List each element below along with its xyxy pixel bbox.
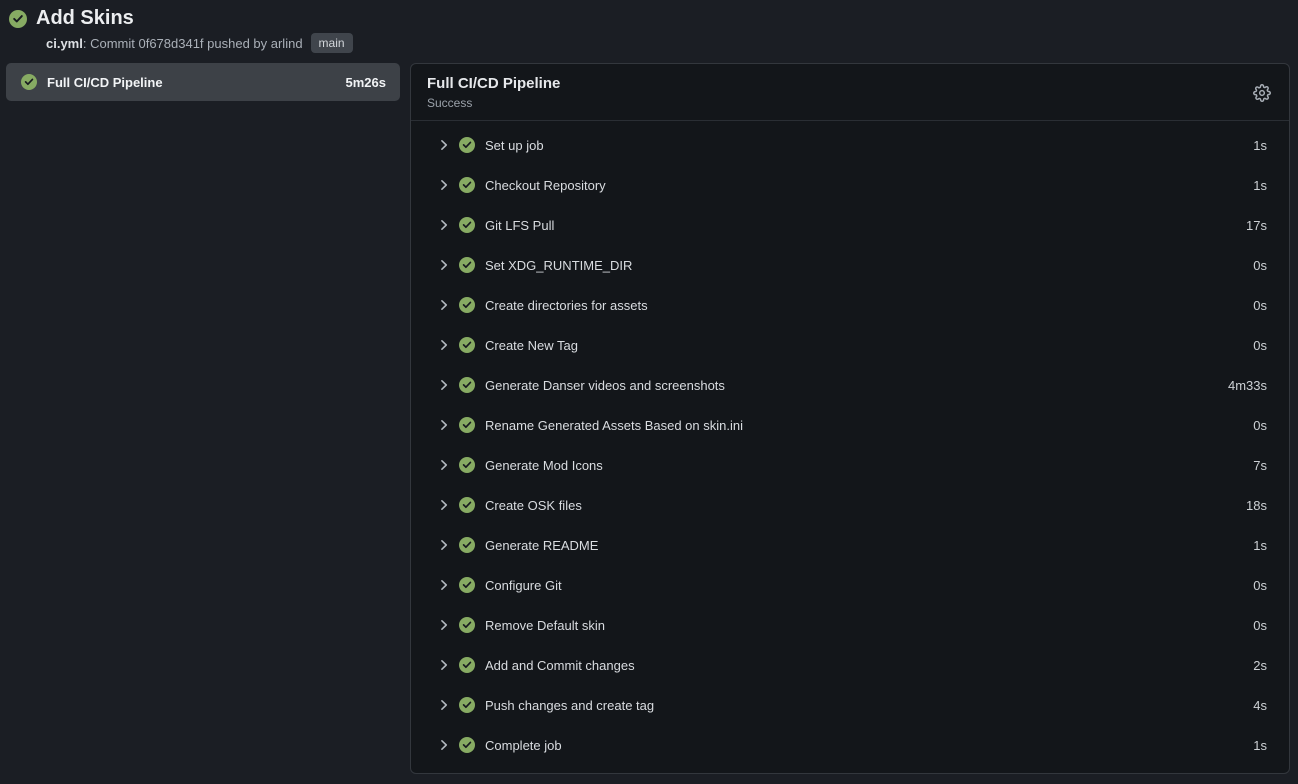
job-status-text: Success xyxy=(427,96,560,110)
jobs-sidebar: Full CI/CD Pipeline 5m26s xyxy=(6,63,400,101)
step-name: Complete job xyxy=(485,738,562,753)
step-name: Create directories for assets xyxy=(485,298,648,313)
chevron-right-icon xyxy=(437,698,451,712)
chevron-right-icon xyxy=(437,378,451,392)
step-name: Create New Tag xyxy=(485,338,578,353)
check-circle-icon xyxy=(459,297,475,313)
step-row[interactable]: Checkout Repository 1s xyxy=(411,165,1289,205)
step-duration: 1s xyxy=(1253,738,1267,753)
check-circle-icon xyxy=(459,257,475,273)
step-name: Rename Generated Assets Based on skin.in… xyxy=(485,418,743,433)
check-circle-icon xyxy=(459,377,475,393)
chevron-right-icon xyxy=(437,178,451,192)
step-duration: 0s xyxy=(1253,618,1267,633)
step-name: Set XDG_RUNTIME_DIR xyxy=(485,258,632,273)
job-duration: 5m26s xyxy=(346,75,386,90)
step-row[interactable]: Generate Mod Icons 7s xyxy=(411,445,1289,485)
step-duration: 0s xyxy=(1253,418,1267,433)
check-circle-icon xyxy=(9,10,27,28)
step-duration: 0s xyxy=(1253,578,1267,593)
chevron-right-icon xyxy=(437,578,451,592)
workflow-file-name: ci.yml xyxy=(46,36,83,51)
step-row[interactable]: Complete job 1s xyxy=(411,725,1289,765)
step-row[interactable]: Set up job 1s xyxy=(411,125,1289,165)
step-name: Remove Default skin xyxy=(485,618,605,633)
chevron-right-icon xyxy=(437,298,451,312)
content-area: Full CI/CD Pipeline 5m26s Full CI/CD Pip… xyxy=(0,58,1298,774)
check-circle-icon xyxy=(459,177,475,193)
step-name: Push changes and create tag xyxy=(485,698,654,713)
check-circle-icon xyxy=(459,217,475,233)
step-duration: 7s xyxy=(1253,458,1267,473)
gear-icon[interactable] xyxy=(1253,84,1271,102)
step-row[interactable]: Rename Generated Assets Based on skin.in… xyxy=(411,405,1289,445)
step-name: Create OSK files xyxy=(485,498,582,513)
step-duration: 1s xyxy=(1253,178,1267,193)
job-panel-header: Full CI/CD Pipeline Success xyxy=(411,64,1289,120)
commit-summary: : Commit 0f678d341f pushed by arlind xyxy=(83,36,303,51)
check-circle-icon xyxy=(459,657,475,673)
chevron-right-icon xyxy=(437,138,451,152)
chevron-right-icon xyxy=(437,458,451,472)
check-circle-icon xyxy=(459,577,475,593)
step-duration: 18s xyxy=(1246,498,1267,513)
step-name: Configure Git xyxy=(485,578,562,593)
step-row[interactable]: Generate README 1s xyxy=(411,525,1289,565)
chevron-right-icon xyxy=(437,258,451,272)
step-row[interactable]: Push changes and create tag 4s xyxy=(411,685,1289,725)
job-panel-title: Full CI/CD Pipeline xyxy=(427,75,560,92)
chevron-right-icon xyxy=(437,538,451,552)
step-duration: 0s xyxy=(1253,338,1267,353)
job-name: Full CI/CD Pipeline xyxy=(47,75,163,90)
check-circle-icon xyxy=(459,457,475,473)
check-circle-icon xyxy=(459,537,475,553)
run-header: Add Skins ci.yml: Commit 0f678d341f push… xyxy=(0,0,1298,58)
step-row[interactable]: Create directories for assets 0s xyxy=(411,285,1289,325)
chevron-right-icon xyxy=(437,418,451,432)
check-circle-icon xyxy=(459,137,475,153)
run-subtitle: ci.yml: Commit 0f678d341f pushed by arli… xyxy=(46,33,1288,53)
step-row[interactable]: Set XDG_RUNTIME_DIR 0s xyxy=(411,245,1289,285)
step-name: Checkout Repository xyxy=(485,178,606,193)
step-row[interactable]: Configure Git 0s xyxy=(411,565,1289,605)
check-circle-icon xyxy=(21,74,37,90)
chevron-right-icon xyxy=(437,738,451,752)
check-circle-icon xyxy=(459,697,475,713)
step-row[interactable]: Git LFS Pull 17s xyxy=(411,205,1289,245)
step-row[interactable]: Create OSK files 18s xyxy=(411,485,1289,525)
run-title: Add Skins xyxy=(36,7,134,30)
check-circle-icon xyxy=(459,337,475,353)
step-duration: 1s xyxy=(1253,538,1267,553)
sidebar-job-full-ci-cd-pipeline[interactable]: Full CI/CD Pipeline 5m26s xyxy=(6,63,400,101)
step-name: Generate README xyxy=(485,538,598,553)
step-row[interactable]: Generate Danser videos and screenshots 4… xyxy=(411,365,1289,405)
check-circle-icon xyxy=(459,417,475,433)
step-duration: 2s xyxy=(1253,658,1267,673)
step-row[interactable]: Add and Commit changes 2s xyxy=(411,645,1289,685)
step-duration: 4s xyxy=(1253,698,1267,713)
step-name: Generate Mod Icons xyxy=(485,458,603,473)
step-duration: 17s xyxy=(1246,218,1267,233)
check-circle-icon xyxy=(459,617,475,633)
chevron-right-icon xyxy=(437,618,451,632)
job-detail-panel: Full CI/CD Pipeline Success Set up job 1… xyxy=(410,63,1290,774)
step-duration: 0s xyxy=(1253,298,1267,313)
step-name: Set up job xyxy=(485,138,544,153)
step-name: Git LFS Pull xyxy=(485,218,554,233)
check-circle-icon xyxy=(459,497,475,513)
steps-list: Set up job 1s Checkout Repository 1s Git… xyxy=(411,121,1289,765)
chevron-right-icon xyxy=(437,658,451,672)
step-name: Add and Commit changes xyxy=(485,658,635,673)
branch-badge[interactable]: main xyxy=(311,33,353,53)
step-name: Generate Danser videos and screenshots xyxy=(485,378,725,393)
step-duration: 0s xyxy=(1253,258,1267,273)
chevron-right-icon xyxy=(437,218,451,232)
chevron-right-icon xyxy=(437,338,451,352)
step-duration: 4m33s xyxy=(1228,378,1267,393)
chevron-right-icon xyxy=(437,498,451,512)
step-row[interactable]: Remove Default skin 0s xyxy=(411,605,1289,645)
check-circle-icon xyxy=(459,737,475,753)
step-row[interactable]: Create New Tag 0s xyxy=(411,325,1289,365)
step-duration: 1s xyxy=(1253,138,1267,153)
